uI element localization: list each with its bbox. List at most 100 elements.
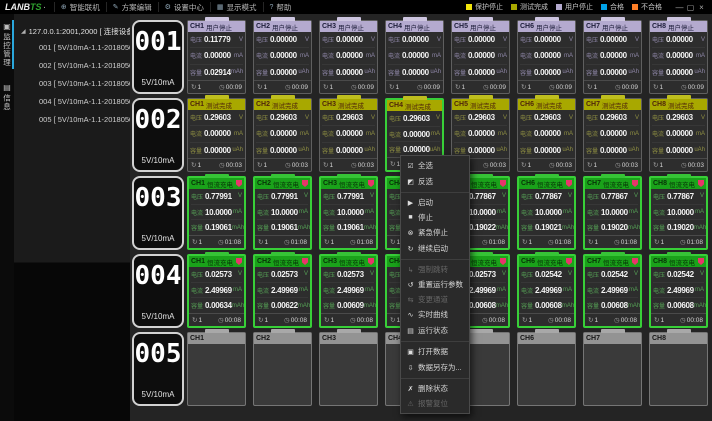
channel-card[interactable]: CH6 测试完成 电压 0.29603 V xyxy=(517,98,576,172)
device-card[interactable]: 003 5V/10mA xyxy=(132,176,184,250)
channel-card[interactable]: CH2 恒流充电 电压 0.02573 V xyxy=(253,254,312,328)
context-menu-item[interactable]: ↺ 重置运行参数 xyxy=(401,277,469,292)
context-menu-item[interactable]: ▤ 运行状态 xyxy=(401,322,469,342)
channel-card[interactable]: CH6 用户停止 电压 0.00000 V xyxy=(517,20,576,94)
device-card[interactable]: 005 5V/10mA xyxy=(132,332,184,406)
context-menu-item[interactable]: ∿ 实时曲线 xyxy=(401,307,469,322)
tree-item-device[interactable]: 004 [ 5V/10mA-1.1-20180501004 ] xyxy=(14,93,130,111)
channel-card[interactable]: CH7 电压 xyxy=(583,332,642,406)
context-menu-item[interactable]: ↻ 继续启动 xyxy=(401,240,469,260)
channel-card[interactable]: CH8 恒流充电 电压 0.02542 V xyxy=(649,254,708,328)
channel-card[interactable]: CH8 电压 xyxy=(649,332,708,406)
channel-card[interactable]: CH3 测试完成 电压 0.29603 V xyxy=(319,98,378,172)
current-label: 电流 xyxy=(322,51,334,60)
context-menu-item[interactable]: ■ 停止 xyxy=(401,210,469,225)
context-menu-item[interactable]: ◩ 反选 xyxy=(401,173,469,193)
current-row: 电流 0.00000 mA xyxy=(520,126,573,142)
minimize-icon[interactable]: — xyxy=(674,3,685,12)
channel-card[interactable]: CH3 恒流充电 电压 0.77991 V xyxy=(319,176,378,250)
close-icon[interactable]: × xyxy=(696,3,707,12)
current-unit: mA xyxy=(696,131,705,137)
menu-item[interactable]: ✎ 方案编辑 xyxy=(106,2,158,12)
channel-card[interactable]: CH8 用户停止 电压 0.00000 V xyxy=(649,20,708,94)
channel-card[interactable]: CH7 用户停止 电压 0.00000 V xyxy=(583,20,642,94)
context-menu-item[interactable]: ✗ 删除状态 xyxy=(401,381,469,396)
channel-card[interactable]: CH1 用户停止 电压 0.11779 V xyxy=(187,20,246,94)
menu-item[interactable]: ⚙ 设置中心 xyxy=(158,2,210,12)
restore-icon[interactable]: ▢ xyxy=(685,3,696,12)
channel-card[interactable]: CH7 测试完成 电压 0.29603 V xyxy=(583,98,642,172)
voltage-label: 电压 xyxy=(587,270,599,279)
tree-item-device[interactable]: 005 [ 5V/10mA-1.1-20180501005 ] xyxy=(14,111,130,129)
voltage-label: 电压 xyxy=(586,35,598,44)
channel-card[interactable]: CH2 用户停止 电压 0.00000 V xyxy=(253,20,312,94)
context-menu-item[interactable]: ↳ 强制跳转 xyxy=(401,262,469,277)
capacity-row: 容量 0.00000 uAh xyxy=(256,143,309,158)
channel-card[interactable]: CH6 恒流充电 电压 0.77867 V xyxy=(517,176,576,250)
channel-card[interactable]: CH1 电压 xyxy=(187,332,246,406)
channel-footer: ↻1 ◷00:03 xyxy=(320,158,377,171)
menu-item[interactable]: ▦ 显示模式 xyxy=(210,2,263,12)
channel-card[interactable]: CH1 测试完成 电压 0.29603 V xyxy=(187,98,246,172)
channel-card[interactable]: CH8 恒流充电 电压 0.77867 V xyxy=(649,176,708,250)
channel-card[interactable]: CH3 恒流充电 电压 0.02573 V xyxy=(319,254,378,328)
device-card[interactable]: 001 5V/10mA xyxy=(132,20,184,94)
tree-root-node[interactable]: ◢ 127.0.0.1:2001,2000 [ 连接设备5 台 ] xyxy=(14,23,130,39)
context-menu-item-label: 报警复位 xyxy=(418,398,448,409)
menu-item[interactable]: ? 帮助 xyxy=(263,2,298,12)
channel-card[interactable]: CH1 恒流充电 电压 0.77991 V xyxy=(187,176,246,250)
channel-card[interactable]: CH3 电压 xyxy=(319,332,378,406)
channel-name: CH4 xyxy=(389,102,403,109)
capacity-unit: mAh xyxy=(364,303,376,309)
context-menu-item[interactable]: ⚠ 报警复位 xyxy=(401,396,469,411)
context-menu-item[interactable]: ☑ 全选 xyxy=(401,158,469,173)
channel-card[interactable]: CH7 恒流充电 电压 0.02542 V xyxy=(583,254,642,328)
invert-selection-icon: ◩ xyxy=(405,178,416,186)
tree-expand-icon[interactable]: ◢ xyxy=(21,28,26,35)
clock-icon: ◷ xyxy=(284,317,290,324)
device-card[interactable]: 004 5V/10mA xyxy=(132,254,184,328)
tree-item-device[interactable]: 003 [ 5V/10mA-1.1-20180501003 ] xyxy=(14,75,130,93)
elapsed-time: ◷01:08 xyxy=(482,238,505,246)
context-menu-item[interactable]: ▣ 打开数据 xyxy=(401,344,469,359)
tree-item-device[interactable]: 002 [ 5V/10mA-1.1-20180501002 ] xyxy=(14,57,130,75)
channel-card[interactable]: CH1 恒流充电 电压 0.02573 V xyxy=(187,254,246,328)
current-value: 2.49969 xyxy=(271,286,299,295)
channel-card[interactable]: CH6 恒流充电 电压 0.02542 V xyxy=(517,254,576,328)
context-menu-item[interactable]: ⊗ 紧急停止 xyxy=(401,225,469,240)
current-label: 电流 xyxy=(586,51,598,60)
channel-card[interactable]: CH4 用户停止 电压 0.00000 V xyxy=(385,20,444,94)
channel-card[interactable]: CH7 恒流充电 电压 0.77867 V xyxy=(583,176,642,250)
channel-card[interactable]: CH8 测试完成 电压 0.29603 V xyxy=(649,98,708,172)
step-indicator: ↻1 xyxy=(257,161,267,169)
current-unit: mA xyxy=(563,287,572,293)
tree-item-device[interactable]: 001 [ 5V/10mA-1.1-20180501001 ] xyxy=(14,39,130,57)
channel-card[interactable]: CH2 电压 xyxy=(253,332,312,406)
channel-card[interactable]: CH5 用户停止 电压 0.00000 V xyxy=(451,20,510,94)
context-menu-item-label: 全选 xyxy=(418,160,433,171)
capacity-label: 容量 xyxy=(190,68,202,77)
device-card[interactable]: 002 5V/10mA xyxy=(132,98,184,172)
voltage-unit: V xyxy=(635,37,639,43)
channel-status: 恒流充电 xyxy=(339,179,365,189)
menu-bar: ⊕ 智能联机 ✎ 方案编辑 ⚙ 设置中心 ▦ 显示模式 xyxy=(54,2,298,12)
context-menu-item[interactable]: ⇆ 变更通道 xyxy=(401,292,469,307)
voltage-label: 电压 xyxy=(323,192,335,201)
voltage-unit: V xyxy=(502,271,506,277)
channel-status: 测试完成 xyxy=(536,100,562,110)
voltage-label: 电压 xyxy=(520,113,532,122)
channel-card[interactable]: CH2 测试完成 电压 0.29603 V xyxy=(253,98,312,172)
channel-values: 电压 0.02573 V 电流 2.49969 mA xyxy=(321,267,376,313)
context-menu-item[interactable]: ▶ 启动 xyxy=(401,195,469,210)
capacity-value: 0.00000 xyxy=(534,146,562,155)
context-menu-item[interactable]: ⇩ 数据另存为... xyxy=(401,359,469,379)
capacity-value: 0.00000 xyxy=(336,146,364,155)
channel-card[interactable]: CH2 恒流充电 电压 0.77991 V xyxy=(253,176,312,250)
menu-item[interactable]: ⊕ 智能联机 xyxy=(54,2,106,12)
sidebar-tab[interactable]: ▤ 信息 xyxy=(0,81,14,113)
channel-card[interactable]: CH3 用户停止 电压 0.00000 V xyxy=(319,20,378,94)
current-unit: mA xyxy=(629,209,638,215)
sidebar-tab[interactable]: ▣ 监控管理 xyxy=(0,20,14,69)
current-unit: mA xyxy=(366,131,375,137)
channel-card[interactable]: CH6 电压 xyxy=(517,332,576,406)
